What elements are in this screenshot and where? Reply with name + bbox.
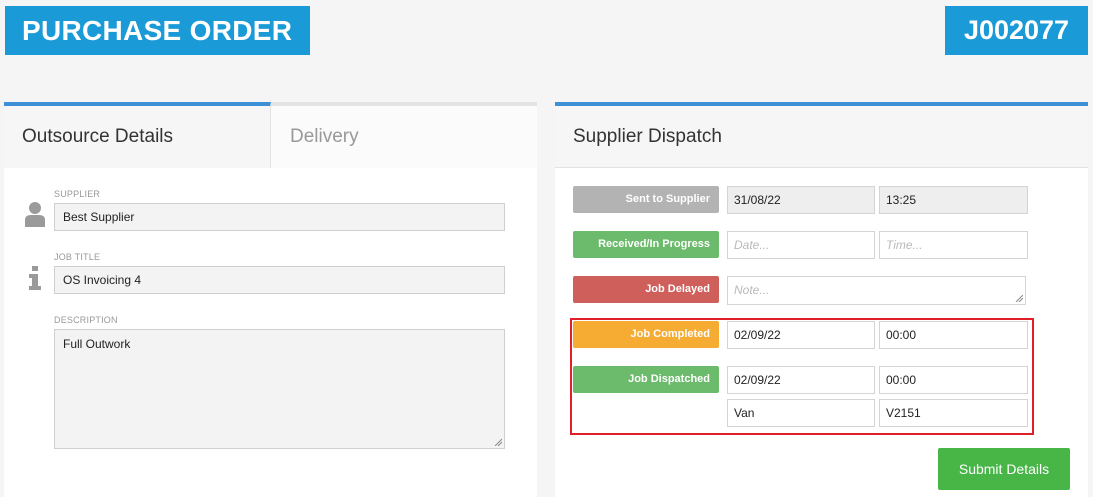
submit-details-button[interactable]: Submit Details xyxy=(938,448,1070,490)
job-title-field[interactable]: OS Invoicing 4 xyxy=(54,266,505,294)
delay-note-field[interactable]: Note... xyxy=(727,276,1026,305)
supplier-label: SUPPLIER xyxy=(54,189,101,199)
sent-date-field[interactable]: 31/08/22 xyxy=(727,186,875,214)
received-date-field[interactable]: Date... xyxy=(727,231,875,259)
job-title-label: JOB TITLE xyxy=(54,252,101,262)
description-text: Full Outwork xyxy=(63,337,131,351)
description-field[interactable]: Full Outwork xyxy=(54,329,505,449)
sent-to-supplier-button[interactable]: Sent to Supplier xyxy=(573,186,719,213)
supplier-field[interactable]: Best Supplier xyxy=(54,203,505,231)
user-icon xyxy=(25,202,45,227)
page-title: PURCHASE ORDER xyxy=(5,6,310,55)
job-number-badge: J002077 xyxy=(945,6,1088,55)
supplier-dispatch-title: Supplier Dispatch xyxy=(555,102,1088,168)
outsource-panel: Outsource Details Delivery SUPPLIER Best… xyxy=(4,102,537,497)
supplier-dispatch-panel: Supplier Dispatch Sent to Supplier 31/08… xyxy=(555,102,1088,497)
sent-time-field[interactable]: 13:25 xyxy=(879,186,1028,214)
description-label: DESCRIPTION xyxy=(54,315,118,325)
tab-delivery[interactable]: Delivery xyxy=(271,102,537,168)
received-time-field[interactable]: Time... xyxy=(879,231,1028,259)
info-icon xyxy=(29,266,41,290)
resize-grip-icon[interactable] xyxy=(1015,294,1023,302)
received-in-progress-button[interactable]: Received/In Progress xyxy=(573,231,719,258)
job-delayed-button[interactable]: Job Delayed xyxy=(573,276,719,303)
highlight-box xyxy=(570,318,1034,435)
delay-note-placeholder: Note... xyxy=(734,283,770,297)
tab-outsource-details[interactable]: Outsource Details xyxy=(4,102,271,168)
resize-grip-icon[interactable] xyxy=(494,438,502,446)
tab-bar: Outsource Details Delivery xyxy=(4,102,537,168)
